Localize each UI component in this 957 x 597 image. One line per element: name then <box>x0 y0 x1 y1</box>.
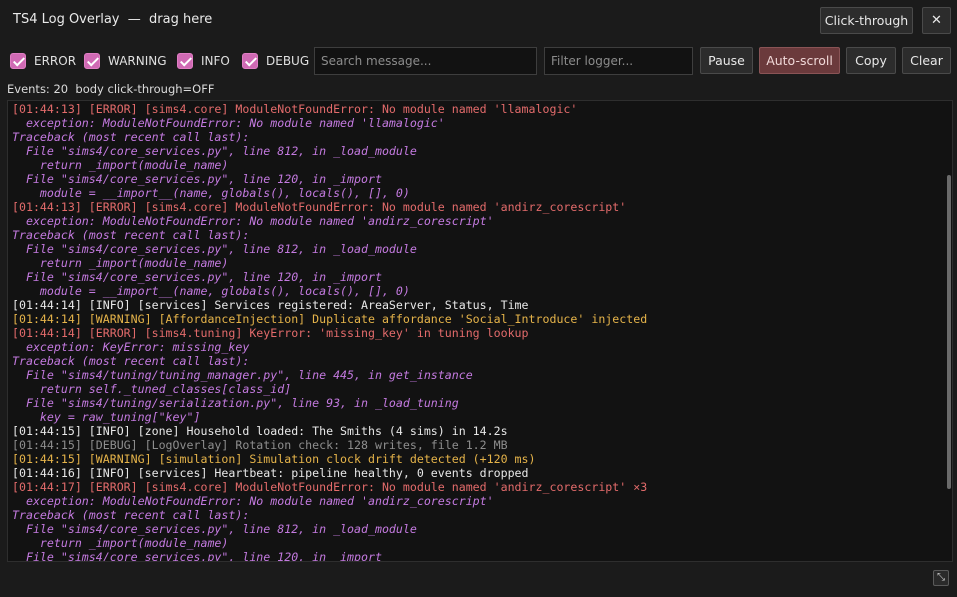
log-line-info: [01:44:14] [INFO] [services] Services re… <box>12 298 529 312</box>
log-line-detail: Traceback (most recent call last): <box>12 130 250 144</box>
info-filter-checkbox[interactable]: INFO <box>177 52 230 70</box>
search-message-input[interactable] <box>314 47 537 75</box>
warning-filter-checkbox[interactable]: WARNING <box>84 52 167 70</box>
warning-filter-label: WARNING <box>108 54 167 68</box>
error-filter-label: ERROR <box>34 54 77 68</box>
log-line-detail: exception: KeyError: missing_key <box>12 340 250 354</box>
log-line-info: [01:44:16] [INFO] [services] Heartbeat: … <box>12 466 529 480</box>
scrollbar-thumb[interactable] <box>947 175 951 489</box>
window-title[interactable]: TS4 Log Overlay — drag here <box>13 12 212 27</box>
log-line-detail: return _import(module_name) <box>12 536 229 550</box>
debug-filter-checkbox[interactable]: DEBUG <box>242 52 309 70</box>
log-line-detail: module = __import__(name, globals(), loc… <box>12 186 410 200</box>
checkbox-checked-icon <box>177 53 193 69</box>
title-bar[interactable]: TS4 Log Overlay — drag here Click-throug… <box>0 0 957 40</box>
log-line-detail: File "sims4/core_services.py", line 120,… <box>12 270 382 284</box>
checkbox-checked-icon <box>84 53 100 69</box>
log-line-detail: Traceback (most recent call last): <box>12 354 250 368</box>
debug-filter-label: DEBUG <box>266 54 310 68</box>
log-line-detail: return self._tuned_classes[class_id] <box>12 382 292 396</box>
checkbox-checked-icon <box>242 53 258 69</box>
checkbox-checked-icon <box>10 53 26 69</box>
log-line-debug: [01:44:15] [DEBUG] [LogOverlay] Rotation… <box>12 438 508 452</box>
status-line: Events: 20 body click-through=OFF <box>7 82 215 96</box>
log-line-detail: return _import(module_name) <box>12 158 229 172</box>
log-line-detail: Traceback (most recent call last): <box>12 508 250 522</box>
log-line-error: [01:44:13] [ERROR] [sims4.core] ModuleNo… <box>12 200 627 214</box>
log-line-detail: File "sims4/core_services.py", line 120,… <box>12 550 382 562</box>
log-line-detail: exception: ModuleNotFoundError: No modul… <box>12 494 494 508</box>
log-line-detail: Traceback (most recent call last): <box>12 228 250 242</box>
log-line-detail: File "sims4/core_services.py", line 120,… <box>12 172 382 186</box>
log-line-detail: File "sims4/core_services.py", line 812,… <box>12 242 417 256</box>
copy-button[interactable]: Copy <box>846 47 896 74</box>
info-filter-label: INFO <box>201 54 230 68</box>
log-line-detail: File "sims4/core_services.py", line 812,… <box>12 522 417 536</box>
log-line-detail: exception: ModuleNotFoundError: No modul… <box>12 214 494 228</box>
log-line-detail: File "sims4/core_services.py", line 812,… <box>12 144 417 158</box>
filter-toolbar: ERROR WARNING INFO DEBUG Pause Auto-scro… <box>0 44 957 78</box>
close-icon[interactable]: ✕ <box>922 7 951 34</box>
log-line-warning: [01:44:14] [WARNING] [AffordanceInjectio… <box>12 312 648 326</box>
log-line-warning: [01:44:15] [WARNING] [simulation] Simula… <box>12 452 536 466</box>
log-line-detail: return _import(module_name) <box>12 256 229 270</box>
clear-button[interactable]: Clear <box>902 47 951 74</box>
filter-logger-input[interactable] <box>544 47 693 75</box>
resize-grip-icon[interactable]: ⤡ <box>933 570 949 586</box>
log-line-detail: File "sims4/tuning/tuning_manager.py", l… <box>12 368 473 382</box>
click-through-button[interactable]: Click-through <box>820 7 913 34</box>
log-lines: [01:44:13] [ERROR] [sims4.core] ModuleNo… <box>12 102 938 562</box>
log-line-error: [01:44:14] [ERROR] [sims4.tuning] KeyErr… <box>12 326 529 340</box>
log-scrollbar[interactable] <box>946 101 951 561</box>
log-line-detail: module = __import__(name, globals(), loc… <box>12 284 410 298</box>
log-line-detail: exception: ModuleNotFoundError: No modul… <box>12 116 445 130</box>
log-output[interactable]: [01:44:13] [ERROR] [sims4.core] ModuleNo… <box>7 100 953 562</box>
log-line-info: [01:44:15] [INFO] [zone] Household loade… <box>12 424 508 438</box>
auto-scroll-button[interactable]: Auto-scroll <box>759 47 840 74</box>
log-line-detail: File "sims4/tuning/serialization.py", li… <box>12 396 459 410</box>
pause-button[interactable]: Pause <box>700 47 753 74</box>
log-line-error: [01:44:13] [ERROR] [sims4.core] ModuleNo… <box>12 102 578 116</box>
log-line-detail: key = raw_tuning["key"] <box>12 410 201 424</box>
error-filter-checkbox[interactable]: ERROR <box>10 52 76 70</box>
log-line-error: [01:44:17] [ERROR] [sims4.core] ModuleNo… <box>12 480 648 494</box>
